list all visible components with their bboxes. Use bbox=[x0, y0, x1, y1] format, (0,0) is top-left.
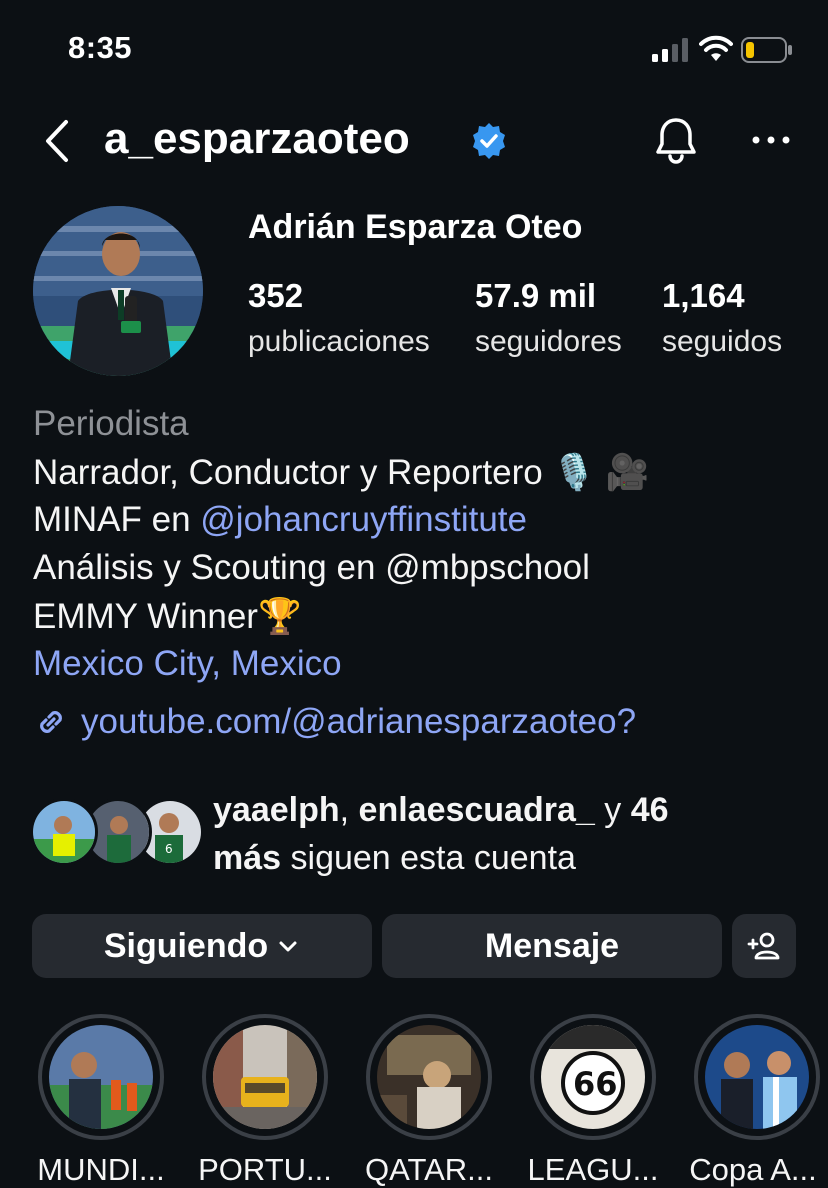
microphone-camera-emoji: 🎙️ 🎥 bbox=[552, 453, 650, 492]
battery-icon bbox=[741, 37, 792, 63]
stat-posts-label: publicaciones bbox=[248, 325, 430, 358]
stat-posts[interactable]: 352 publicaciones bbox=[248, 277, 430, 359]
stat-followers[interactable]: 57.9 mil seguidores bbox=[475, 277, 622, 359]
mutual-more-word: más bbox=[213, 839, 282, 877]
verified-badge-icon bbox=[473, 123, 505, 159]
bio-line-4-text: EMMY Winner bbox=[33, 597, 258, 636]
stat-following-count: 1,164 bbox=[662, 277, 745, 314]
stat-followers-label: seguidores bbox=[475, 325, 622, 358]
mutual-suffix: siguen esta cuenta bbox=[281, 839, 576, 877]
stat-posts-count: 352 bbox=[248, 277, 304, 314]
highlight-label: Copa A... bbox=[689, 1152, 817, 1187]
profile-category: Periodista bbox=[33, 404, 189, 443]
mutual-user-1: yaaelph bbox=[213, 791, 340, 829]
bio-line-2-prefix: MINAF en bbox=[33, 500, 201, 539]
trophy-emoji: 🏆 bbox=[257, 597, 302, 636]
wifi-icon bbox=[699, 35, 733, 61]
chevron-down-icon bbox=[279, 941, 297, 952]
highlight-ring bbox=[694, 1014, 820, 1140]
link-icon bbox=[40, 711, 62, 733]
following-button-label: Siguiendo bbox=[103, 926, 269, 965]
back-arrow-icon[interactable] bbox=[38, 118, 78, 164]
mutual-followers-text[interactable]: yaaelph, enlaescuadra_ y 46 más siguen es… bbox=[213, 786, 773, 882]
cellular-signal-icon bbox=[652, 38, 688, 62]
message-button-label: Mensaje bbox=[484, 926, 620, 965]
add-person-icon bbox=[747, 932, 780, 960]
mutual-more-count: 46 bbox=[630, 791, 669, 829]
and-text: y bbox=[594, 791, 631, 829]
status-time: 8:35 bbox=[68, 30, 133, 65]
avatar-photo bbox=[33, 206, 203, 376]
highlight-label: PORTU... bbox=[198, 1152, 332, 1187]
stat-following-label: seguidos bbox=[662, 325, 783, 358]
notification-bell-icon[interactable] bbox=[652, 116, 700, 166]
bio-line-1: Narrador, Conductor y Reportero 🎙️ 🎥 bbox=[33, 452, 649, 493]
highlight-ring bbox=[366, 1014, 492, 1140]
highlight-item[interactable] bbox=[38, 1014, 164, 1140]
separator-text: , bbox=[339, 791, 359, 829]
highlight-label: QATAR... bbox=[364, 1152, 494, 1187]
highlight-item[interactable] bbox=[694, 1014, 820, 1140]
svg-text:66: 66 bbox=[573, 1065, 618, 1103]
highlight-label: LEAGU... bbox=[527, 1152, 659, 1187]
highlight-cover bbox=[49, 1025, 153, 1129]
bio-line-2: MINAF en @johancruyffinstitute bbox=[33, 500, 527, 540]
bio-mention-link[interactable]: @johancruyffinstitute bbox=[200, 500, 527, 539]
mutual-avatar bbox=[30, 798, 98, 866]
profile-location-link[interactable]: Mexico City, Mexico bbox=[33, 644, 342, 684]
profile-display-name: Adrián Esparza Oteo bbox=[248, 208, 583, 246]
highlight-ring bbox=[202, 1014, 328, 1140]
bio-line-3: Análisis y Scouting en @mbpschool bbox=[33, 548, 590, 587]
stat-following[interactable]: 1,164 seguidos bbox=[662, 277, 782, 359]
highlight-cover bbox=[705, 1025, 809, 1129]
highlight-item[interactable]: 66 bbox=[530, 1014, 656, 1140]
highlight-ring bbox=[38, 1014, 164, 1140]
more-options-icon[interactable] bbox=[750, 132, 792, 148]
highlight-cover: 66 bbox=[541, 1025, 645, 1129]
profile-website[interactable]: youtube.com/@adrianesparzaoteo? bbox=[33, 702, 636, 742]
mutual-followers-avatars[interactable]: 6 bbox=[30, 798, 204, 866]
bio-line-1-text: Narrador, Conductor y Reportero bbox=[33, 453, 543, 492]
highlight-cover bbox=[213, 1025, 317, 1129]
highlight-ring: 66 bbox=[530, 1014, 656, 1140]
profile-username: a_esparzaoteo bbox=[104, 114, 410, 163]
profile-website-text: youtube.com/@adrianesparzaoteo? bbox=[81, 702, 637, 741]
stat-followers-count: 57.9 mil bbox=[475, 277, 597, 314]
svg-text:6: 6 bbox=[165, 842, 173, 856]
bio-line-4: EMMY Winner🏆 bbox=[33, 596, 302, 637]
mutual-user-2: enlaescuadra_ bbox=[358, 791, 595, 829]
highlight-item[interactable] bbox=[202, 1014, 328, 1140]
following-button[interactable]: Siguiendo bbox=[32, 914, 372, 978]
highlight-item[interactable] bbox=[366, 1014, 492, 1140]
message-button[interactable]: Mensaje bbox=[382, 914, 722, 978]
highlight-cover bbox=[377, 1025, 481, 1129]
suggested-users-button[interactable] bbox=[732, 914, 796, 978]
highlight-label: MUNDI... bbox=[37, 1152, 165, 1187]
profile-avatar[interactable] bbox=[33, 206, 203, 376]
